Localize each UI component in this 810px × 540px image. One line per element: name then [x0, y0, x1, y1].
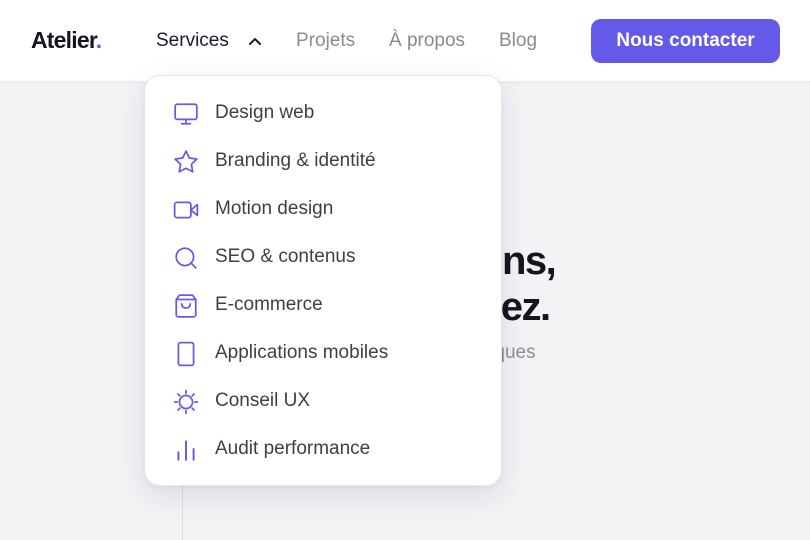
- top-navbar: Atelier. Services Projets À propos Blog …: [0, 0, 810, 82]
- hero-divider: [182, 486, 183, 540]
- nav-a-propos[interactable]: À propos: [389, 30, 465, 52]
- monitor-icon: [174, 103, 198, 125]
- search-icon: [175, 247, 197, 269]
- menu-item-seo[interactable]: SEO & contenus: [145, 233, 503, 281]
- nav-projets[interactable]: Projets: [296, 30, 355, 52]
- hero-title-line1: ns,: [502, 239, 557, 283]
- menu-item-label: Audit performance: [215, 438, 371, 459]
- services-dropdown: Design web Branding & identité Motion de…: [144, 75, 502, 486]
- menu-item-audit-performance[interactable]: Audit performance: [145, 425, 503, 473]
- menu-item-e-commerce[interactable]: E-commerce: [145, 281, 503, 329]
- contact-button[interactable]: Nous contacter: [591, 19, 780, 63]
- video-camera-icon: [173, 201, 199, 219]
- menu-item-label: Design web: [215, 102, 315, 123]
- menu-item-label: Applications mobiles: [215, 342, 389, 363]
- menu-item-branding[interactable]: Branding & identité: [145, 137, 503, 185]
- chevron-up-icon[interactable]: [247, 34, 263, 48]
- menu-item-conseil-ux[interactable]: Conseil UX: [145, 377, 503, 425]
- brand-name: Atelier: [31, 27, 97, 53]
- shopping-bag-icon: [175, 294, 197, 318]
- menu-item-label: SEO & contenus: [215, 246, 356, 267]
- menu-item-label: Motion design: [215, 198, 334, 219]
- menu-item-design-web[interactable]: Design web: [145, 89, 503, 137]
- menu-item-label: E-commerce: [215, 294, 323, 315]
- sun-icon: [173, 389, 199, 415]
- brand-dot: .: [95, 27, 102, 53]
- menu-item-motion-design[interactable]: Motion design: [145, 185, 503, 233]
- nav-services[interactable]: Services: [156, 30, 229, 52]
- smartphone-icon: [177, 341, 195, 367]
- menu-item-applications-mobiles[interactable]: Applications mobiles: [145, 329, 503, 377]
- nav-blog[interactable]: Blog: [499, 30, 537, 52]
- menu-item-label: Conseil UX: [215, 390, 311, 411]
- star-icon: [174, 150, 198, 173]
- bar-chart-icon: [177, 440, 195, 461]
- brand-logo[interactable]: Atelier.: [31, 27, 102, 54]
- menu-item-label: Branding & identité: [215, 150, 376, 171]
